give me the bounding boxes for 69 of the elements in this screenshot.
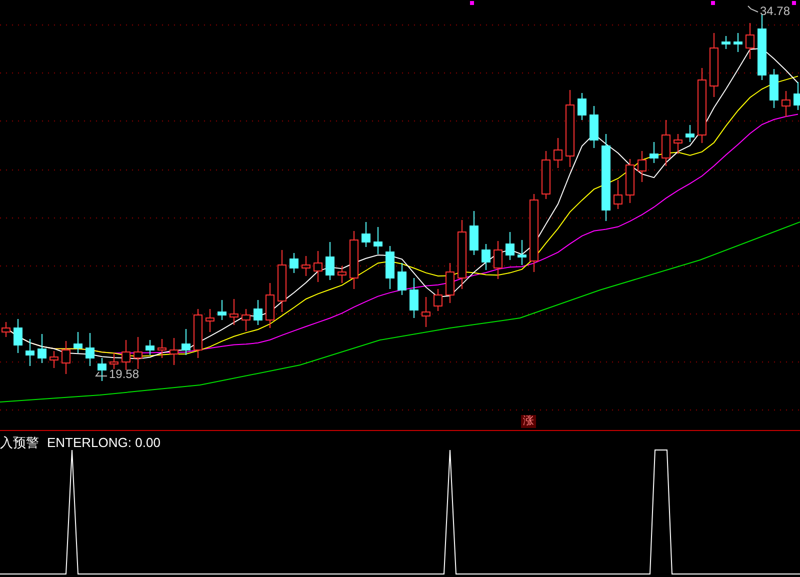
candlestick [446,262,454,304]
candlestick [518,240,526,266]
candlestick [578,92,586,120]
candlestick [98,358,106,382]
candlestick [230,298,238,326]
candlestick [194,308,202,358]
candlestick [734,32,742,52]
leader-line [748,6,758,12]
candlestick [218,300,226,320]
candlestick [338,266,346,284]
candlestick [122,340,130,370]
candlestick [266,282,274,328]
candlestick [434,288,442,312]
candlestick [650,142,658,164]
candlestick [350,230,358,290]
candlestick [254,300,262,326]
indicator-name: 入预警 [0,436,39,449]
candlestick [470,210,478,256]
candlestick [542,150,550,200]
candlestick [302,256,310,276]
candlestick [86,332,94,366]
candlestick [410,278,418,318]
candlestick [794,82,800,110]
low-price-label: 19.58 [109,368,140,380]
candlestick [674,134,682,154]
candlestick [638,150,646,182]
candlestick [506,232,514,260]
candlestick [170,338,178,366]
candlestick [206,308,214,332]
candlestick [110,352,118,370]
candlestick [158,338,166,358]
candlestick [134,336,142,370]
candlestick [554,138,562,168]
candlestick [662,120,670,166]
candlestick [482,244,490,270]
candlestick [746,22,754,60]
candlestick [14,318,22,354]
candlestick [722,36,730,50]
candlestick [494,240,502,280]
candlestick [182,328,190,356]
indicator-reading: ENTERLONG: 0.00 [47,436,160,449]
candlestick [782,90,790,118]
candlestick [290,252,298,274]
candlestick [146,340,154,356]
candlestick [398,262,406,296]
candlestick [314,250,322,282]
high-price-label: 34.78 [760,5,790,17]
candlestick [38,334,46,364]
candlestick [770,68,778,108]
candlestick [686,124,694,142]
candlestick [422,296,430,328]
candlestick [458,220,466,290]
candlestick [710,32,718,98]
candlestick [74,332,82,354]
candlestick [758,14,766,80]
leader-line [95,372,108,376]
candlestick [386,246,394,290]
candlestick [26,338,34,366]
candlestick [614,180,622,210]
candlestick [626,158,634,204]
candlestick [242,308,250,332]
candlestick [278,250,286,312]
candlestick [62,340,70,374]
candlestick [362,222,370,248]
candlestick [326,242,334,280]
candlestick [50,350,58,368]
candlestick [374,226,382,254]
candlestick [590,106,598,148]
rise-marker: 涨 [521,415,536,428]
